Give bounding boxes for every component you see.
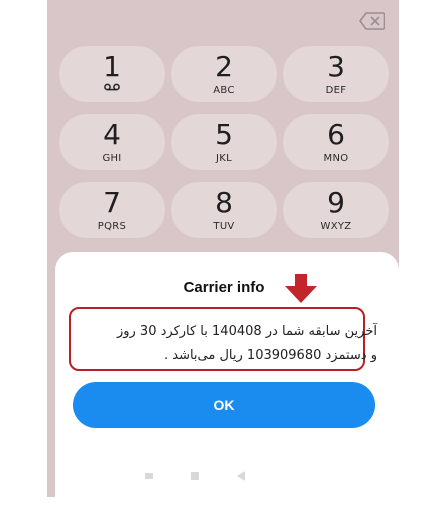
key-letters: WXYZ	[320, 221, 352, 232]
key-letters: GHI	[102, 153, 122, 164]
key-digit: 9	[327, 186, 345, 219]
arrow-down-icon	[285, 274, 317, 303]
nav-bar-icon	[145, 471, 245, 481]
key-digit: 5	[215, 118, 233, 151]
message-line-1: آخرین سابقه شما در 140408 با کارکرد 30 ر…	[116, 324, 377, 339]
dialog-message: آخرین سابقه شما در 140408 با کارکرد 30 ر…	[77, 320, 377, 368]
key-letters: JKL	[216, 153, 232, 164]
key-digit: 3	[327, 50, 345, 83]
backspace-icon[interactable]	[359, 12, 385, 30]
key-digit: 2	[215, 50, 233, 83]
key-digit: 4	[103, 118, 121, 151]
carrier-info-dialog: Carrier info آخرین سابقه شما در 140408 ب…	[55, 252, 399, 512]
key-digit: 1	[103, 50, 121, 83]
key-2[interactable]: 2 ABC	[171, 46, 277, 102]
key-letters: TUV	[213, 221, 235, 232]
key-letters: DEF	[325, 85, 347, 96]
voicemail-icon	[104, 83, 120, 91]
dialog-title: Carrier info	[183, 279, 265, 296]
key-digit: 6	[327, 118, 345, 151]
key-1[interactable]: 1	[59, 46, 165, 102]
key-letters: ABC	[213, 85, 235, 96]
message-line-2: و دستمزد 103909680 ریال می‌باشد .	[163, 348, 377, 363]
key-7[interactable]: 7 PQRS	[59, 182, 165, 238]
key-digit: 8	[215, 186, 233, 219]
key-digit: 7	[103, 186, 121, 219]
key-letters: MNO	[323, 153, 349, 164]
key-4[interactable]: 4 GHI	[59, 114, 165, 170]
key-8[interactable]: 8 TUV	[171, 182, 277, 238]
key-3[interactable]: 3 DEF	[283, 46, 389, 102]
key-letters: PQRS	[97, 221, 127, 232]
ok-button[interactable]: OK	[73, 382, 375, 428]
key-5[interactable]: 5 JKL	[171, 114, 277, 170]
key-9[interactable]: 9 WXYZ	[283, 182, 389, 238]
key-6[interactable]: 6 MNO	[283, 114, 389, 170]
